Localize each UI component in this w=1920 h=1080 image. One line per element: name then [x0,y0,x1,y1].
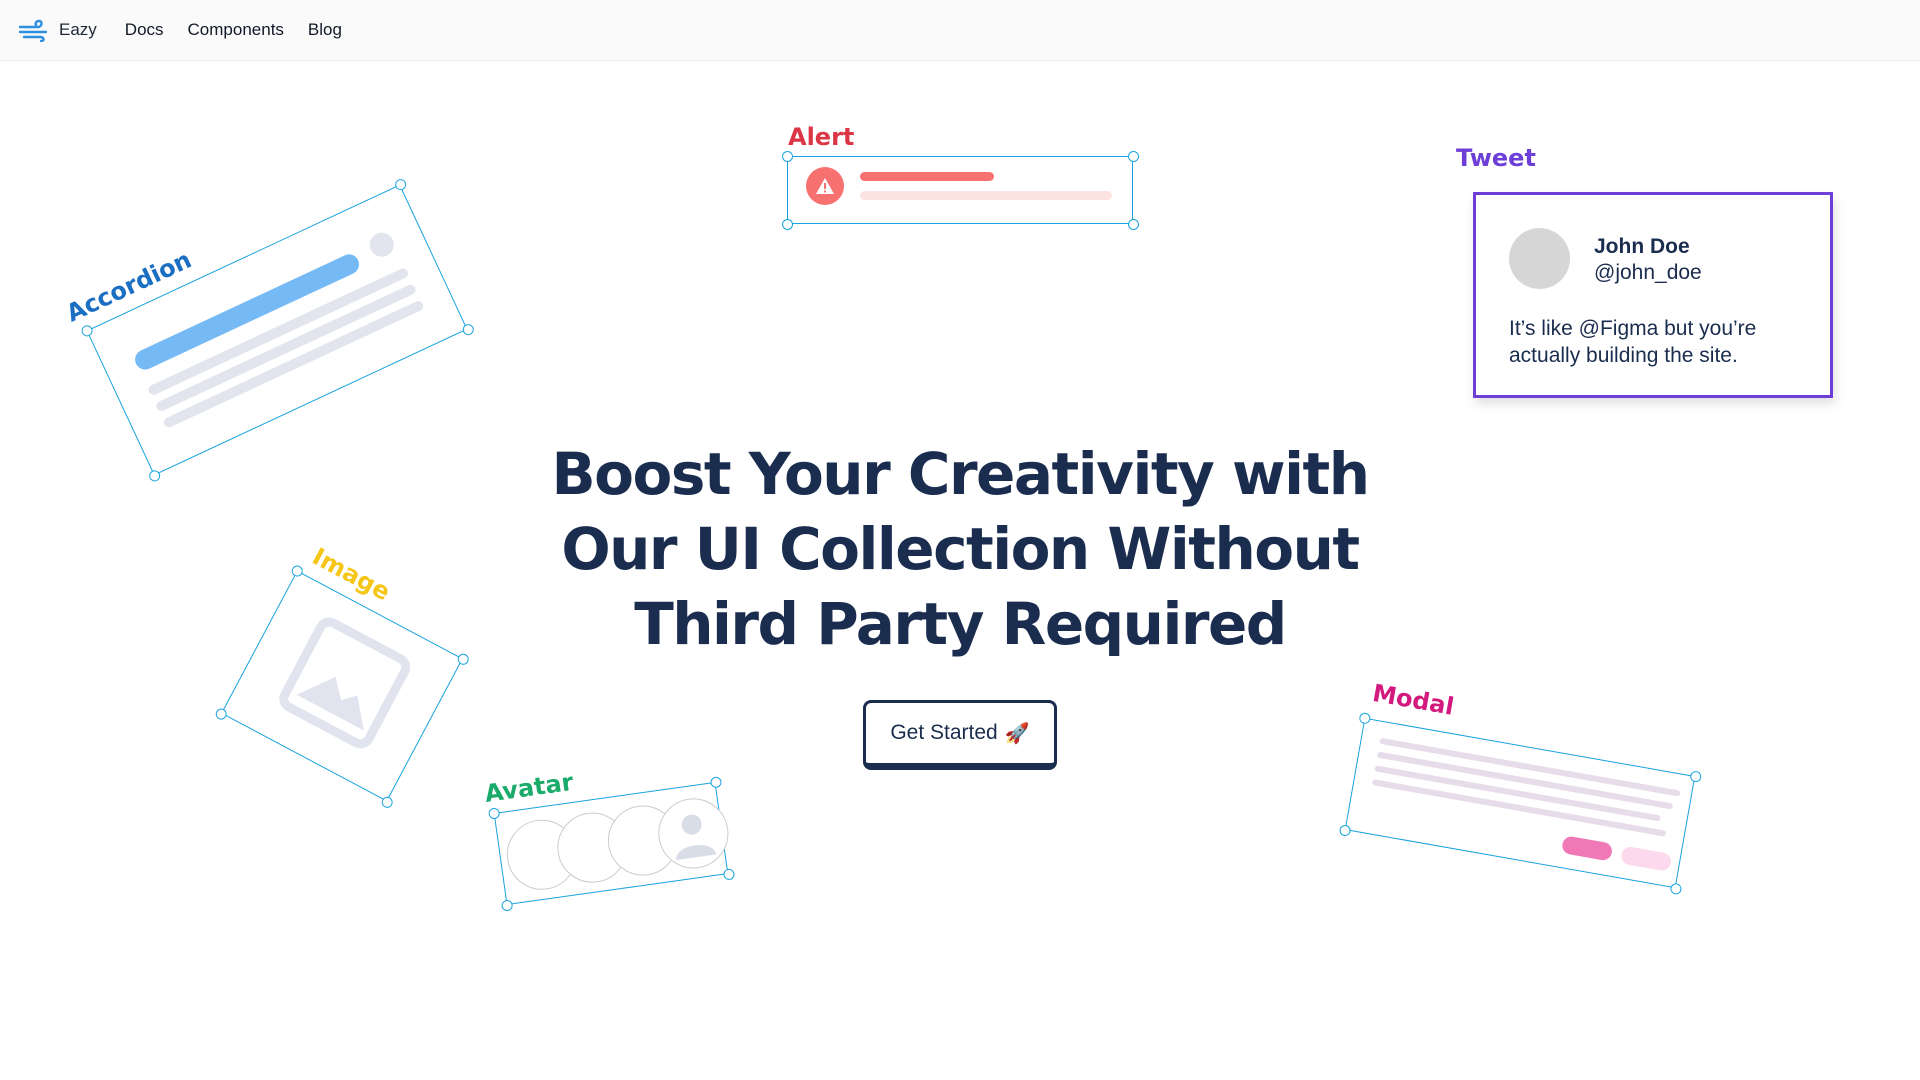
warning-icon [806,167,844,205]
hero-title-line: Third Party Required [634,590,1287,658]
wind-logo-icon [18,19,48,42]
alert-frame [781,150,1139,230]
brand-name: Eazy [59,20,97,39]
accordion-illustration: Accordion [62,177,475,483]
accordion-frame [79,177,475,483]
rocket-icon: 🚀 [1004,722,1030,745]
get-started-button[interactable]: Get Started 🚀 [863,700,1057,770]
tweet-card: John Doe @john_doe It’s like @Figma but … [1473,192,1833,398]
resize-handle [460,322,475,337]
resize-handle [146,468,162,483]
resize-handle [1127,150,1139,162]
tweet-author-name: John Doe [1594,235,1690,258]
resize-handle [500,898,513,912]
resize-handle [1688,769,1702,783]
nav-link-docs[interactable]: Docs [125,20,164,40]
resize-handle [487,806,500,820]
nav-links: Docs Components Blog [125,20,342,40]
nav-link-components[interactable]: Components [188,20,284,40]
tweet-author-handle: @john_doe [1594,261,1702,284]
modal-secondary-button-placeholder [1620,845,1673,872]
alert-text-placeholder [860,191,1112,200]
resize-handle [213,705,229,721]
modal-label: Modal [1370,678,1457,721]
modal-frame [1338,711,1702,895]
avatar-label: Avatar [482,767,576,808]
hero-title-line: Our UI Collection Without [561,515,1360,583]
accordion-toggle-placeholder [365,228,398,261]
modal-line-placeholder [1376,751,1674,810]
image-illustration: Image [213,542,471,810]
resize-handle [79,323,94,338]
resize-handle [379,794,395,810]
alert-title-placeholder [860,172,994,181]
resize-handle [455,651,471,667]
tweet-label: Tweet [1456,144,1536,172]
image-frame [213,562,471,810]
alert-illustration: Alert [781,123,1139,230]
modal-illustration: Modal [1338,679,1702,895]
resize-handle [1358,711,1371,725]
nav-link-blog[interactable]: Blog [308,20,342,40]
avatar [1509,228,1570,289]
tweet-text: It’s like @Figma but you’re actually bui… [1509,317,1757,367]
resize-handle [1669,881,1682,895]
alert-label: Alert [788,123,855,151]
top-navbar: Eazy Docs Components Blog [0,0,1920,61]
get-started-label: Get Started [890,721,998,744]
resize-handle [709,775,722,789]
resize-handle [781,150,793,162]
brand-link[interactable]: Eazy [18,18,97,42]
resize-handle [722,867,735,881]
hero-title-line: Boost Your Creativity with [551,440,1370,508]
modal-primary-button-placeholder [1560,835,1614,862]
resize-handle [392,177,408,192]
resize-handle [1338,823,1352,837]
hero-title: Boost Your Creativity with Our UI Collec… [520,437,1400,662]
image-placeholder-icon [274,612,416,754]
avatar-illustration: Avatar [483,768,735,912]
resize-handle [781,218,793,230]
resize-handle [1127,218,1139,230]
resize-handle [289,562,305,578]
